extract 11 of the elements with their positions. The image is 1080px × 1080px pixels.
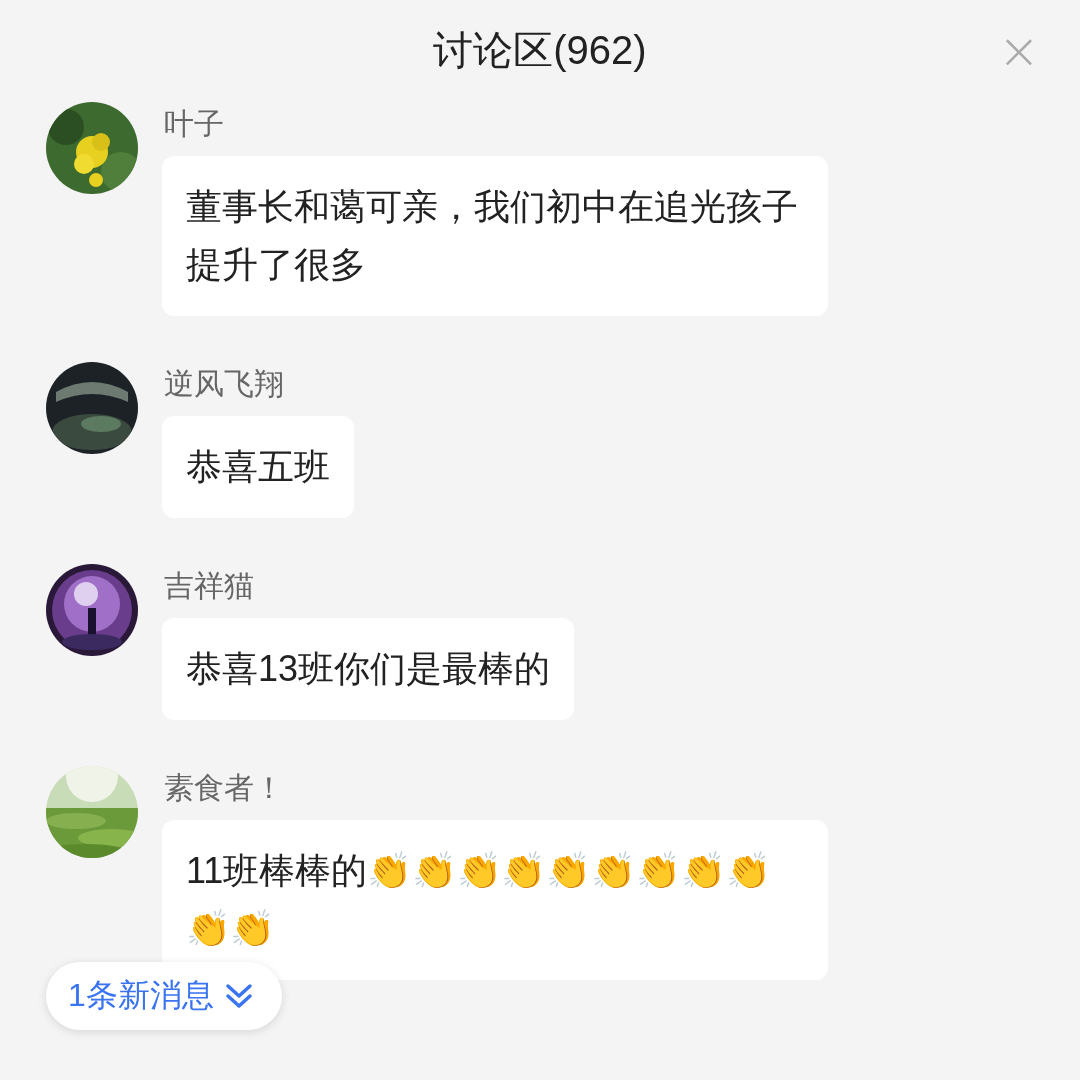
user-name: 吉祥猫 bbox=[164, 568, 254, 604]
message-bubble: 恭喜五班 bbox=[162, 416, 354, 518]
user-name: 叶子 bbox=[164, 106, 224, 142]
message-bubble: 董事长和蔼可亲，我们初中在追光孩子提升了很多 bbox=[162, 156, 828, 316]
window-title: 讨论区(962) bbox=[433, 26, 647, 74]
message-bubble: 恭喜13班你们是最棒的 bbox=[162, 618, 575, 720]
new-messages-button[interactable]: 1条新消息 bbox=[46, 962, 282, 1030]
user-name: 素食者！ bbox=[164, 770, 284, 806]
double-chevron-down-icon bbox=[223, 981, 254, 1011]
message-bubble: 11班棒棒的👏👏👏👏👏👏👏👏👏👏👏 bbox=[162, 820, 828, 980]
user-name: 逆风飞翔 bbox=[164, 366, 284, 402]
